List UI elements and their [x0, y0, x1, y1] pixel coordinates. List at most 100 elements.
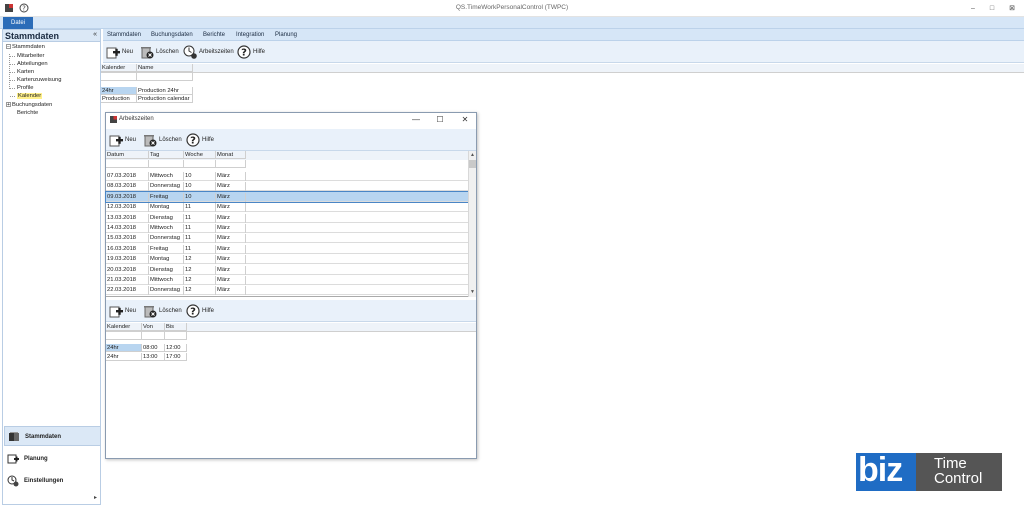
tree-item-kalender[interactable]: Kalender	[17, 92, 43, 100]
filter-cell[interactable]	[106, 160, 149, 168]
help-button[interactable]: ? Hilfe	[237, 43, 269, 61]
grid-cell[interactable]: März	[217, 192, 246, 202]
grid-cell[interactable]: März	[217, 182, 246, 192]
column-header-name[interactable]: Name	[137, 64, 193, 72]
filter-cell[interactable]	[184, 160, 216, 168]
tree-item-kartenzuweisung[interactable]: Kartenzuweisung	[17, 76, 61, 84]
column-header-bis[interactable]: Bis	[165, 323, 187, 331]
dialog-help-button[interactable]: ? Hilfe	[186, 131, 218, 149]
dialog-minimize-button[interactable]: —	[410, 115, 422, 125]
collapse-icon[interactable]: −	[6, 43, 11, 49]
delete-button[interactable]: Löschen	[140, 43, 180, 61]
grid-cell[interactable]: Mittwoch	[150, 172, 184, 181]
nav-einstellungen-button[interactable]: Einstellungen	[4, 471, 101, 491]
grid-cell[interactable]: März	[217, 234, 246, 244]
dates-scrollbar[interactable]: ▲ ▼	[468, 151, 476, 297]
scroll-thumb[interactable]	[469, 160, 476, 168]
grid-cell[interactable]: 20.03.2018	[107, 265, 149, 275]
grid-cell[interactable]: März	[217, 172, 246, 181]
grid-cell[interactable]: 11	[185, 244, 216, 254]
grid-cell[interactable]: Freitag	[150, 192, 184, 202]
grid-cell[interactable]: Production calendar	[137, 95, 193, 103]
grid-cell[interactable]: März	[217, 255, 246, 265]
filter-cell[interactable]	[149, 160, 184, 168]
filter-cell[interactable]	[165, 332, 187, 340]
grid-cell[interactable]: 24hr	[106, 353, 142, 361]
grid-cell[interactable]: 10	[185, 192, 216, 202]
grid-cell[interactable]: Freitag	[150, 244, 184, 254]
tree-item-abteilungen[interactable]: Abteilungen	[17, 60, 48, 68]
grid-cell[interactable]: 08.03.2018	[107, 182, 149, 192]
grid-cell[interactable]: 12.03.2018	[107, 203, 149, 213]
column-header-kalender[interactable]: Kalender	[106, 323, 142, 331]
grid-cell[interactable]: 11	[185, 213, 216, 223]
grid-cell[interactable]: 11	[185, 203, 216, 213]
dialog-close-button[interactable]: ✕	[459, 115, 471, 125]
grid-cell[interactable]: 12:00	[165, 344, 187, 352]
time-new-button[interactable]: Neu	[109, 302, 139, 320]
maximize-button[interactable]: □	[987, 4, 997, 13]
filter-cell[interactable]	[142, 332, 165, 340]
dialog-new-button[interactable]: Neu	[109, 131, 139, 149]
grid-cell[interactable]: 24hr	[106, 344, 142, 352]
column-header-kalender[interactable]: Kalender	[101, 64, 137, 72]
grid-cell[interactable]: 12	[185, 286, 216, 296]
grid-cell[interactable]: Montag	[150, 203, 184, 213]
tree-item-stammdaten[interactable]: − Stammdaten	[6, 43, 45, 51]
filter-cell[interactable]	[137, 73, 193, 81]
grid-cell[interactable]: März	[217, 286, 246, 296]
tab-integration[interactable]: Integration	[236, 29, 264, 41]
file-tab[interactable]: Datei	[3, 17, 33, 29]
nav-planung-button[interactable]: Planung	[4, 449, 101, 469]
grid-cell[interactable]: Donnerstag	[150, 234, 184, 244]
filter-cell[interactable]	[216, 160, 246, 168]
grid-cell[interactable]: 09.03.2018	[107, 192, 149, 202]
grid-cell[interactable]: März	[217, 224, 246, 233]
grid-cell[interactable]: 08:00	[142, 344, 165, 352]
grid-cell[interactable]: 12	[185, 265, 216, 275]
grid-cell[interactable]: Production	[101, 95, 137, 103]
grid-cell[interactable]: 12	[185, 276, 216, 285]
dialog-delete-button[interactable]: Löschen	[143, 131, 183, 149]
grid-cell[interactable]: 14.03.2018	[107, 224, 149, 233]
column-header-monat[interactable]: Monat	[216, 151, 246, 159]
tab-buchungsdaten[interactable]: Buchungsdaten	[151, 29, 193, 41]
tree-item-buchungsdaten[interactable]: + Buchungsdaten	[6, 101, 52, 109]
column-header-von[interactable]: Von	[142, 323, 165, 331]
tree-item-berichte[interactable]: Berichte	[17, 109, 38, 117]
tab-berichte[interactable]: Berichte	[203, 29, 225, 41]
close-button[interactable]: ⊠	[1007, 4, 1017, 13]
scroll-down-icon[interactable]: ▼	[470, 289, 475, 295]
grid-cell[interactable]: März	[217, 203, 246, 213]
tab-planung[interactable]: Planung	[275, 29, 297, 41]
grid-cell[interactable]: 24hr	[101, 87, 137, 95]
grid-cell[interactable]: 13:00	[142, 353, 165, 361]
grid-cell[interactable]: Production 24hr	[137, 87, 193, 95]
grid-cell[interactable]: 22.03.2018	[107, 286, 149, 296]
tree-item-profile[interactable]: Profile	[17, 84, 33, 92]
filter-cell[interactable]	[106, 332, 142, 340]
time-delete-button[interactable]: Löschen	[143, 302, 183, 320]
expand-icon[interactable]: +	[6, 101, 11, 107]
collapse-panel-button[interactable]: «	[93, 31, 97, 38]
work-times-button[interactable]: Arbeitszeiten	[183, 43, 235, 61]
grid-cell[interactable]: 10	[185, 172, 216, 181]
column-header-datum[interactable]: Datum	[106, 151, 149, 159]
grid-cell[interactable]: 10	[185, 182, 216, 192]
tree-item-karten[interactable]: Karten	[17, 68, 34, 76]
minimize-button[interactable]: –	[968, 4, 978, 13]
grid-cell[interactable]: 17:00	[165, 353, 187, 361]
grid-cell[interactable]: Montag	[150, 255, 184, 265]
new-button[interactable]: Neu	[106, 43, 136, 61]
nav-stammdaten-button[interactable]: Stammdaten	[4, 426, 101, 446]
grid-cell[interactable]: März	[217, 213, 246, 223]
filter-cell[interactable]	[101, 73, 137, 81]
scroll-up-icon[interactable]: ▲	[470, 152, 475, 158]
tab-stammdaten[interactable]: Stammdaten	[107, 29, 141, 41]
grid-cell[interactable]: März	[217, 265, 246, 275]
grid-cell[interactable]: 16.03.2018	[107, 244, 149, 254]
grid-cell[interactable]: Mittwoch	[150, 276, 184, 285]
grid-cell[interactable]: Donnerstag	[150, 286, 184, 296]
grid-cell[interactable]: 13.03.2018	[107, 213, 149, 223]
grid-cell[interactable]: 11	[185, 224, 216, 233]
